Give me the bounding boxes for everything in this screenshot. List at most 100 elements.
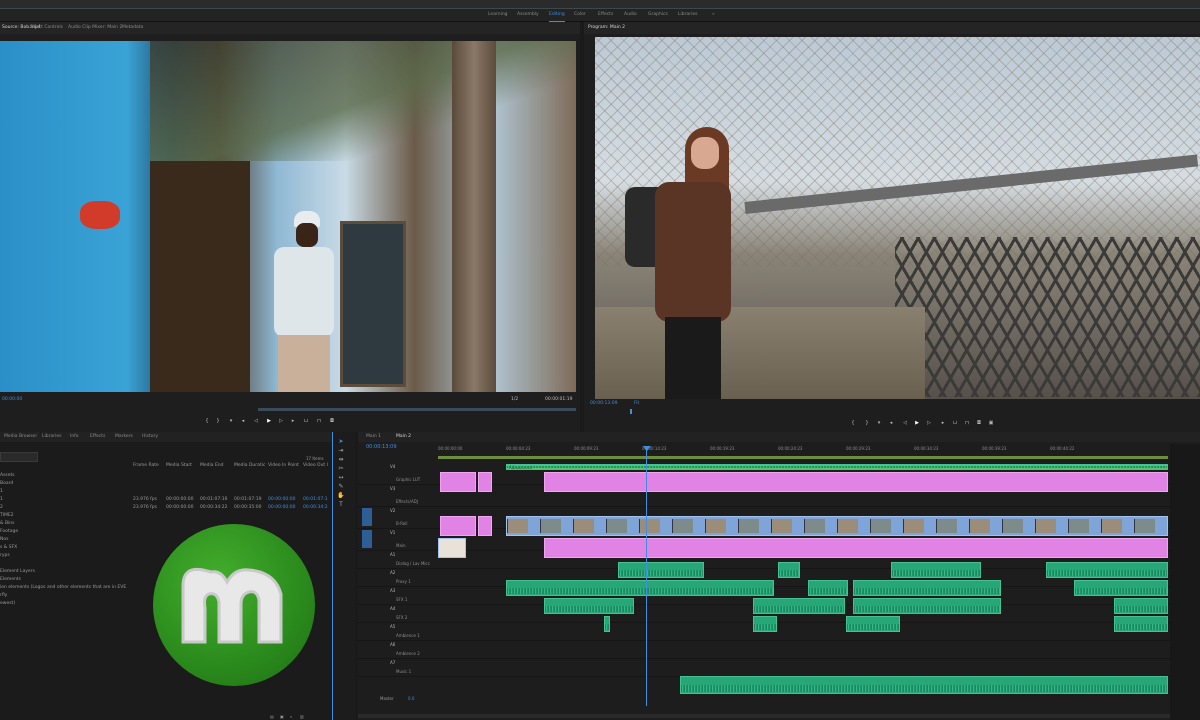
workspace-graphics[interactable]: Graphics: [648, 9, 668, 21]
add-marker-icon[interactable]: ▾: [228, 418, 234, 424]
audio-clip[interactable]: [808, 580, 848, 596]
source-fit-select[interactable]: 1/2: [511, 397, 518, 403]
selection-tool-icon[interactable]: ➤: [337, 438, 345, 445]
razor-tool-icon[interactable]: ✂: [337, 465, 345, 472]
work-area-bar[interactable]: [438, 456, 1168, 459]
audio-clip[interactable]: [618, 562, 704, 578]
program-export-frame-icon[interactable]: ◘: [976, 420, 982, 426]
workspace-effects[interactable]: Effects: [598, 9, 613, 21]
audio-clip[interactable]: [853, 580, 1001, 596]
track-id[interactable]: V1: [390, 530, 395, 535]
col-video-in[interactable]: Video In Point: [268, 462, 299, 469]
audio-clip[interactable]: [846, 616, 900, 632]
workspace-learning[interactable]: Learning: [488, 9, 508, 21]
graphic-clip[interactable]: [440, 472, 476, 492]
extract-icon[interactable]: ⊓: [964, 420, 970, 426]
timeline-timecode[interactable]: 00:00:13:09: [366, 444, 397, 450]
broll-title-clip[interactable]: [440, 516, 476, 536]
export-frame-icon[interactable]: ◘: [329, 418, 335, 424]
adjustment-clip[interactable]: Adjustment: [506, 464, 1168, 470]
playhead-handle-icon[interactable]: [643, 446, 651, 451]
step-forward-icon[interactable]: ▷: [278, 418, 284, 424]
timeline-scrollbar[interactable]: [358, 714, 1170, 718]
pen-tool-icon[interactable]: ✎: [337, 483, 345, 490]
workspace-overflow-icon[interactable]: »: [712, 9, 715, 21]
tab-history[interactable]: History: [142, 432, 158, 442]
track-id[interactable]: A1: [390, 552, 395, 557]
project-row[interactable]: TIME2: [0, 512, 332, 519]
audio-clip[interactable]: [506, 580, 774, 596]
track-id[interactable]: A6: [390, 642, 395, 647]
source-timecode-current[interactable]: 00:00:00: [2, 397, 22, 403]
broll-title-clip[interactable]: [478, 516, 492, 536]
insert-icon[interactable]: ⊔: [303, 418, 309, 424]
project-search-input[interactable]: [0, 452, 38, 462]
audio-clip[interactable]: [1114, 616, 1168, 632]
type-tool-icon[interactable]: T: [337, 501, 345, 508]
workspace-audio[interactable]: Audio: [624, 9, 637, 21]
hand-tool-icon[interactable]: ✋: [337, 492, 345, 499]
project-row[interactable]: Board: [0, 480, 332, 487]
program-go-in-icon[interactable]: ◂: [888, 420, 894, 426]
program-marker-icon[interactable]: ▾: [876, 420, 882, 426]
track-id[interactable]: V3: [390, 486, 395, 491]
audio-clip[interactable]: [1046, 562, 1168, 578]
broll-clip[interactable]: [506, 516, 1168, 536]
mark-in-icon[interactable]: {: [204, 418, 210, 424]
music-clip[interactable]: [680, 676, 1168, 694]
step-back-frame-icon[interactable]: ◁: [253, 418, 259, 424]
source-patch-icon[interactable]: [362, 530, 372, 548]
program-step-forward-icon[interactable]: ▷: [926, 420, 932, 426]
playhead[interactable]: [646, 446, 647, 706]
main-thumb-clip[interactable]: [438, 538, 466, 558]
slip-tool-icon[interactable]: ↔: [337, 474, 345, 481]
trash-icon[interactable]: ▥: [300, 714, 304, 719]
workspace-assembly[interactable]: Assembly: [517, 9, 539, 21]
tab-libraries[interactable]: Libraries: [42, 432, 61, 442]
program-mark-in-icon[interactable]: {: [850, 420, 856, 426]
ripple-edit-tool-icon[interactable]: ⇹: [337, 456, 345, 463]
track-id[interactable]: A5: [390, 624, 395, 629]
col-media-end[interactable]: Media End: [200, 462, 224, 469]
tab-metadata[interactable]: Metadata: [122, 22, 143, 34]
workspace-libraries[interactable]: Libraries: [678, 9, 697, 21]
track-id[interactable]: A2: [390, 570, 395, 575]
source-patch-icon[interactable]: [362, 508, 372, 526]
audio-clip[interactable]: [891, 562, 981, 578]
tab-info[interactable]: Info: [70, 432, 79, 442]
track-id[interactable]: A4: [390, 606, 395, 611]
play-icon[interactable]: ▶: [266, 418, 272, 424]
tab-markers[interactable]: Markers: [115, 432, 133, 442]
col-video-out[interactable]: Video Out I: [303, 462, 328, 469]
program-play-icon[interactable]: ▶: [914, 420, 920, 426]
track-id[interactable]: A3: [390, 588, 395, 593]
new-bin-icon[interactable]: ▤: [270, 714, 274, 719]
track-id[interactable]: V4: [390, 464, 395, 469]
workspace-color[interactable]: Color: [574, 9, 586, 21]
program-mark-out-icon[interactable]: }: [864, 420, 870, 426]
workspace-editing[interactable]: Editing: [549, 9, 565, 22]
program-step-back-icon[interactable]: ◁: [902, 420, 908, 426]
col-media-start[interactable]: Media Start: [166, 462, 192, 469]
find-icon[interactable]: ⌕: [290, 714, 292, 719]
audio-clip[interactable]: [544, 598, 634, 614]
main-clip[interactable]: [544, 538, 1168, 558]
graphic-clip[interactable]: [544, 472, 1168, 492]
audio-clip[interactable]: [604, 616, 610, 632]
new-item-icon[interactable]: ▣: [280, 714, 284, 719]
program-timecode-current[interactable]: 00:00:13:09: [590, 401, 617, 407]
audio-clip[interactable]: [778, 562, 800, 578]
col-frame-rate[interactable]: Frame Rate: [133, 462, 159, 469]
mark-out-icon[interactable]: }: [215, 418, 221, 424]
program-playhead-marker[interactable]: [630, 409, 632, 414]
graphic-clip[interactable]: [478, 472, 492, 492]
audio-clip[interactable]: [1114, 598, 1168, 614]
go-to-out-icon[interactable]: ▸: [290, 418, 296, 424]
tab-media-browser[interactable]: Media Browser: [4, 432, 37, 442]
source-scrub-bar[interactable]: [258, 408, 576, 411]
tab-effect-controls[interactable]: Effect Controls: [30, 22, 63, 34]
timeline-ruler[interactable]: 00:00:00:00 00:00:04:23 00:00:09:23 00:00:1…: [438, 444, 1168, 454]
program-go-out-icon[interactable]: ▸: [940, 420, 946, 426]
audio-clip[interactable]: [753, 598, 845, 614]
step-back-icon[interactable]: ◂: [240, 418, 246, 424]
